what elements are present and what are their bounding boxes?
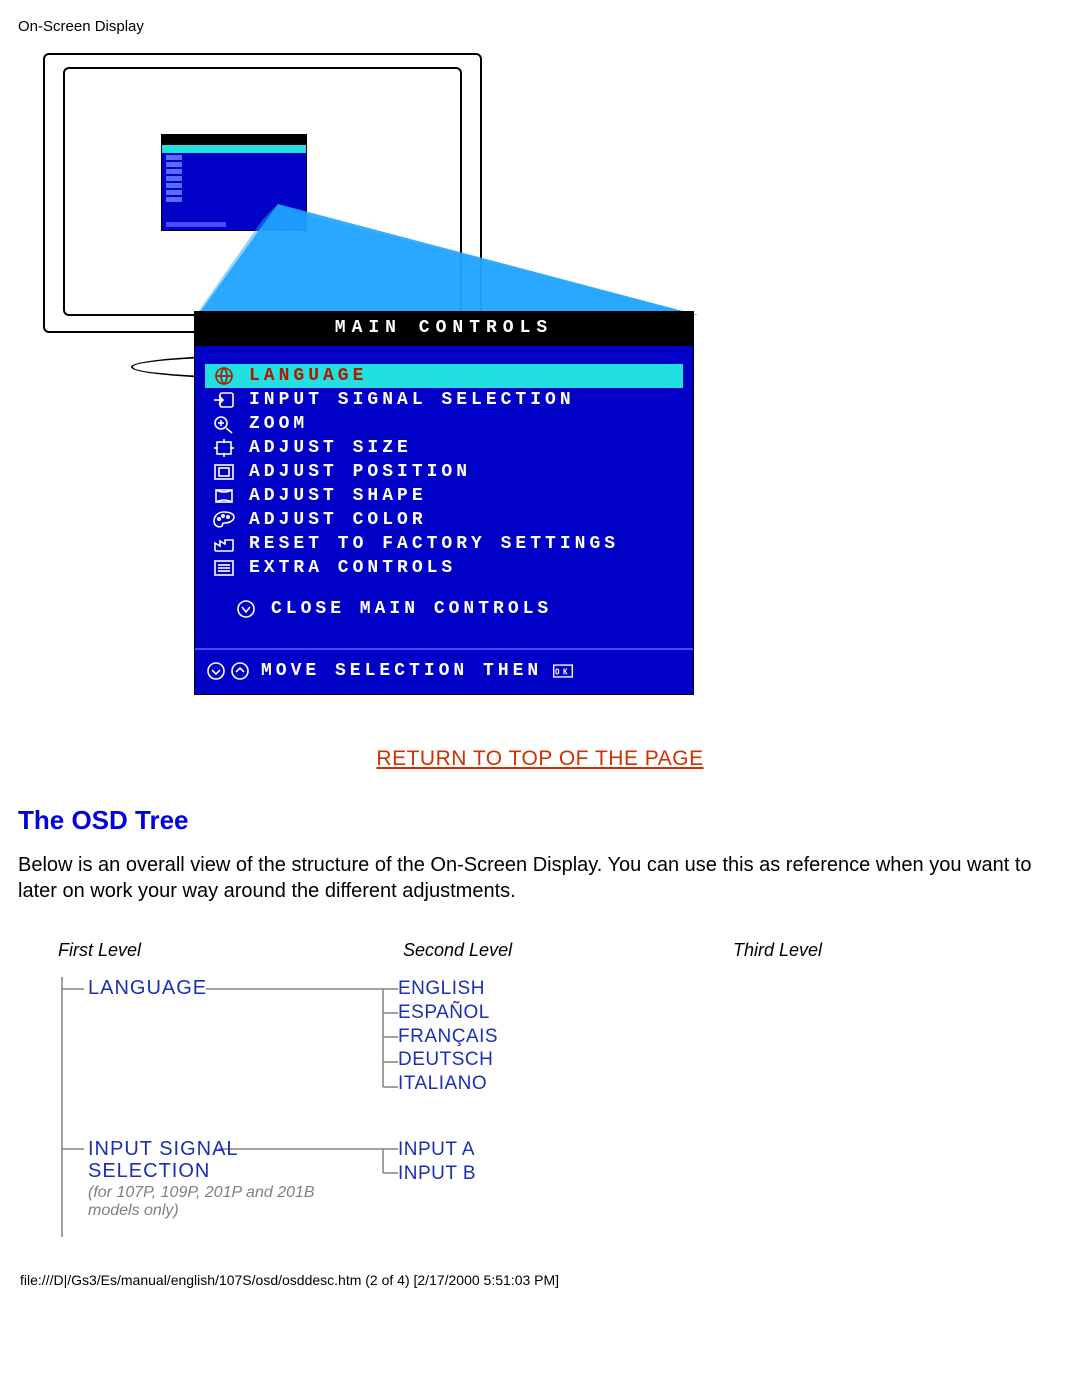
- osd-close-label: CLOSE MAIN CONTROLS: [271, 599, 552, 619]
- osd-item-adjust-size[interactable]: ADJUST SIZE: [205, 436, 683, 460]
- palette-icon: [211, 509, 237, 531]
- osd-footer-text: MOVE SELECTION THEN: [261, 661, 542, 681]
- tree-child: ENGLISH: [398, 977, 498, 1001]
- page-header: On-Screen Display: [18, 18, 1062, 35]
- tree-child: FRANÇAIS: [398, 1025, 498, 1049]
- projection-beam: [168, 129, 688, 309]
- osd-title: MAIN CONTROLS: [195, 312, 693, 346]
- osd-item-label: RESET TO FACTORY SETTINGS: [249, 534, 619, 554]
- position-icon: [211, 461, 237, 483]
- shape-icon: [211, 485, 237, 507]
- osd-panel: MAIN CONTROLS LANGUAGE INPUT SIGNAL SELE…: [194, 311, 694, 695]
- osd-item-adjust-color[interactable]: ADJUST COLOR: [205, 508, 683, 532]
- osd-item-label: ADJUST SHAPE: [249, 486, 427, 506]
- down-circle-icon: [235, 598, 257, 620]
- tree-child: ITALIANO: [398, 1072, 498, 1096]
- globe-icon: [211, 365, 237, 387]
- tree-child: INPUT B: [398, 1162, 476, 1186]
- tree-child: INPUT A: [398, 1138, 476, 1162]
- up-circle-icon: [229, 660, 251, 682]
- section-title: The OSD Tree: [18, 805, 1062, 836]
- osd-item-label: INPUT SIGNAL SELECTION: [249, 390, 575, 410]
- osd-item-label: ZOOM: [249, 414, 308, 434]
- tree-header-second: Second Level: [403, 940, 733, 961]
- footer-path: file:///D|/Gs3/Es/manual/english/107S/os…: [18, 1262, 1062, 1298]
- factory-icon: [211, 533, 237, 555]
- osd-figure: MAIN CONTROLS LANGUAGE INPUT SIGNAL SELE…: [18, 53, 1018, 703]
- tree-child: ESPAÑOL: [398, 1001, 498, 1025]
- osd-item-label: ADJUST COLOR: [249, 510, 427, 530]
- osd-item-extra[interactable]: EXTRA CONTROLS: [205, 556, 683, 580]
- osd-item-label: ADJUST POSITION: [249, 462, 471, 482]
- magnify-icon: [211, 413, 237, 435]
- tree-node-input-signal: INPUT SIGNAL SELECTION (for 107P, 109P, …: [18, 1138, 1062, 1220]
- ok-box-icon: OK: [552, 660, 574, 682]
- osd-item-reset[interactable]: RESET TO FACTORY SETTINGS: [205, 532, 683, 556]
- tree-note: (for 107P, 109P, 201P and 201B models on…: [88, 1184, 358, 1220]
- size-icon: [211, 437, 237, 459]
- tree-node-language: LANGUAGE ENGLISH ESPAÑOL FRANÇAIS DEUTSC…: [18, 977, 1062, 1096]
- svg-text:OK: OK: [555, 667, 571, 676]
- osd-item-adjust-shape[interactable]: ADJUST SHAPE: [205, 484, 683, 508]
- osd-item-language[interactable]: LANGUAGE: [205, 364, 683, 388]
- list-icon: [211, 557, 237, 579]
- down-circle-icon: [205, 660, 227, 682]
- osd-footer: MOVE SELECTION THEN OK: [195, 648, 693, 694]
- tree-child: DEUTSCH: [398, 1048, 498, 1072]
- return-link-text[interactable]: RETURN TO TOP OF THE PAGE: [376, 747, 703, 770]
- osd-item-label: LANGUAGE: [249, 366, 367, 386]
- osd-item-adjust-position[interactable]: ADJUST POSITION: [205, 460, 683, 484]
- osd-item-zoom[interactable]: ZOOM: [205, 412, 683, 436]
- tree-label: INPUT SIGNAL SELECTION: [88, 1138, 358, 1182]
- section-body: Below is an overall view of the structur…: [18, 852, 1062, 904]
- osd-item-label: EXTRA CONTROLS: [249, 558, 456, 578]
- tree-label: LANGUAGE: [88, 977, 358, 1000]
- osd-tree: First Level Second Level Third Level: [18, 940, 1062, 1220]
- osd-item-input-signal[interactable]: INPUT SIGNAL SELECTION: [205, 388, 683, 412]
- tree-header-first: First Level: [18, 940, 403, 961]
- return-to-top-link[interactable]: RETURN TO TOP OF THE PAGE: [18, 747, 1062, 771]
- input-icon: [211, 389, 237, 411]
- osd-close-row[interactable]: CLOSE MAIN CONTROLS: [205, 598, 683, 620]
- osd-item-label: ADJUST SIZE: [249, 438, 412, 458]
- tree-header-third: Third Level: [733, 940, 822, 961]
